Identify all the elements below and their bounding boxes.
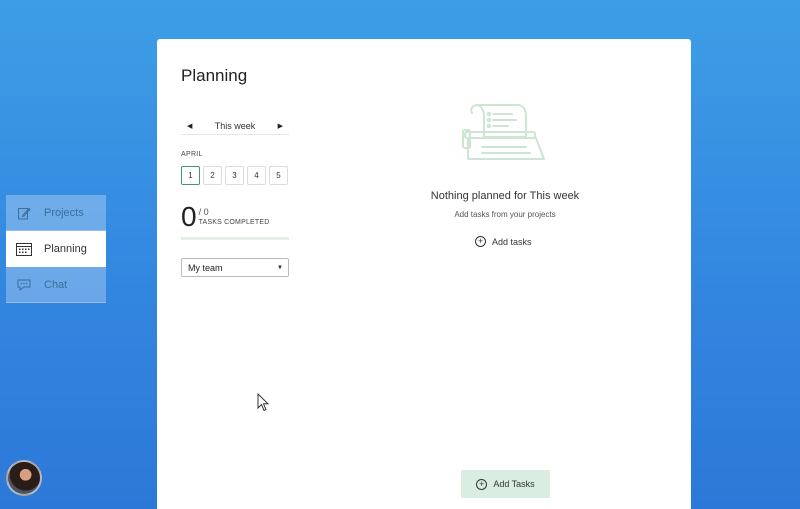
add-tasks-button[interactable]: + Add Tasks	[461, 470, 550, 498]
typewriter-icon	[462, 104, 545, 160]
add-tasks-button-label: Add Tasks	[493, 479, 535, 489]
week-navigator: ◀ This week ▶	[181, 117, 289, 135]
month-label: APRIL	[181, 151, 203, 158]
edit-icon	[16, 205, 32, 221]
sidebar-item-label: Planning	[44, 242, 87, 255]
day-button[interactable]: 3	[225, 166, 244, 185]
team-select[interactable]: My team ▼	[181, 258, 289, 277]
page-title: Planning	[181, 66, 248, 85]
planning-panel: Planning ◀ This week ▶ APRIL 1 2 3 4 5 0…	[157, 39, 691, 509]
completed-label: TASKS COMPLETED	[198, 219, 270, 226]
calendar-icon	[16, 241, 32, 257]
team-select-value: My team	[188, 262, 223, 273]
sidebar: Projects Planning Chat	[6, 195, 106, 303]
sidebar-item-projects[interactable]: Projects	[6, 195, 106, 231]
sidebar-item-label: Projects	[44, 206, 84, 219]
day-button[interactable]: 4	[247, 166, 266, 185]
mouse-cursor-icon	[257, 393, 270, 412]
plus-circle-icon: +	[476, 478, 488, 490]
prev-week-arrow-icon[interactable]: ◀	[187, 122, 192, 130]
day-button[interactable]: 1	[181, 166, 200, 185]
next-week-arrow-icon[interactable]: ▶	[278, 122, 283, 130]
chevron-down-icon: ▼	[277, 264, 283, 271]
add-tasks-link-label: Add tasks	[492, 236, 532, 247]
day-button[interactable]: 2	[203, 166, 222, 185]
user-avatar[interactable]	[6, 460, 42, 496]
sidebar-item-chat[interactable]: Chat	[6, 267, 106, 303]
chat-bubble-icon	[16, 277, 32, 293]
day-selector: 1 2 3 4 5	[181, 166, 288, 185]
week-label[interactable]: This week	[215, 121, 256, 131]
sidebar-item-label: Chat	[44, 278, 68, 291]
completed-count: 0	[181, 201, 197, 232]
progress-bar	[181, 237, 289, 240]
empty-state-title: Nothing planned for This week	[430, 190, 580, 202]
sidebar-item-planning[interactable]: Planning	[6, 231, 106, 267]
total-count: / 0	[198, 207, 209, 217]
empty-state-subtitle: Add tasks from your projects	[454, 210, 556, 219]
task-stats: 0 / 0 TASKS COMPLETED	[181, 203, 270, 231]
day-button[interactable]: 5	[269, 166, 288, 185]
add-tasks-link[interactable]: + Add tasks	[475, 236, 532, 247]
plus-circle-icon: +	[475, 236, 486, 247]
